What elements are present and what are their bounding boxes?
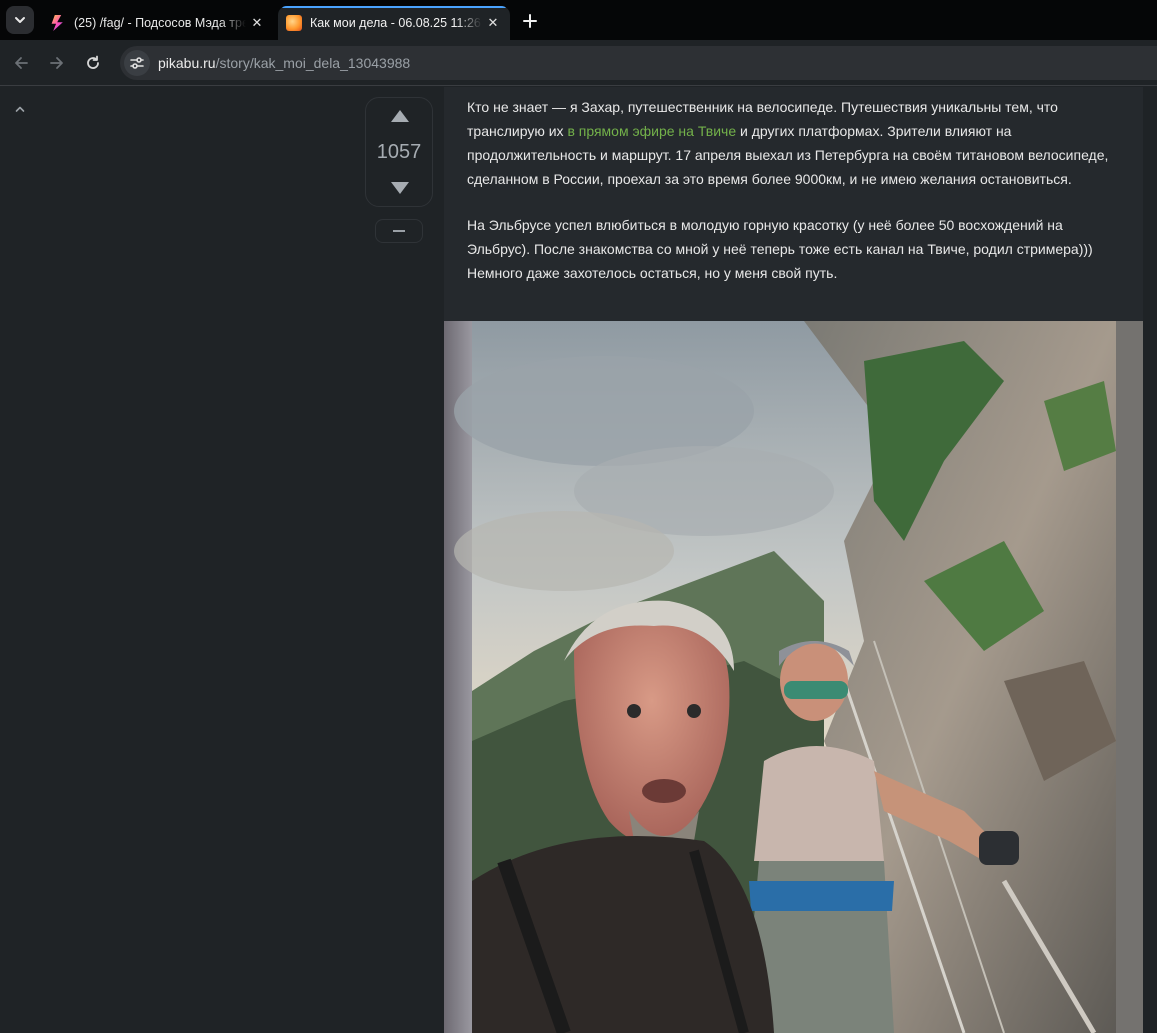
chevron-up-icon	[15, 106, 25, 112]
address-bar[interactable]: pikabu.ru/story/kak_moi_dela_13043988	[120, 46, 1157, 80]
story-text: Кто не знает — я Захар, путешественник н…	[467, 95, 1127, 307]
hide-post-button[interactable]	[375, 219, 423, 243]
rating-count: 1057	[376, 141, 422, 163]
story-paragraph: Кто не знает — я Захар, путешественник н…	[467, 95, 1127, 191]
url-path: /story/kak_moi_dela_13043988	[215, 55, 411, 71]
new-tab-button[interactable]	[517, 8, 543, 34]
story-photo[interactable]	[444, 321, 1143, 1033]
triangle-down-icon	[391, 182, 409, 194]
arrow-left-icon	[15, 57, 28, 69]
reload-icon	[87, 55, 99, 69]
arrow-right-icon	[50, 57, 63, 69]
tab-strip: (25) /fag/ - Подсосов Мэда тре ✕ Как мои…	[0, 0, 1157, 40]
tab-fag[interactable]: (25) /fag/ - Подсосов Мэда тре ✕	[42, 6, 274, 40]
tab-title: (25) /fag/ - Подсосов Мэда тре	[74, 16, 246, 30]
back-button[interactable]	[8, 50, 34, 76]
close-icon[interactable]: ✕	[482, 12, 504, 34]
site-favicon-icon	[51, 15, 63, 31]
twitch-link[interactable]: в прямом эфире на Твиче	[567, 123, 736, 139]
tab-title: Как мои дела - 06.08.25 11:26 |	[310, 16, 482, 30]
page-content: 1057 Кто не знает — я Захар, путешествен…	[0, 87, 1157, 1033]
plus-icon	[523, 14, 537, 28]
vote-up-button[interactable]	[390, 108, 410, 124]
url-host: pikabu.ru	[158, 55, 216, 71]
vote-down-button[interactable]	[390, 180, 410, 196]
story-paragraph: На Эльбрусе успел влюбиться в молодую го…	[467, 217, 1093, 281]
minus-icon	[393, 230, 405, 232]
rating-widget: 1057	[365, 97, 433, 207]
site-info-button[interactable]	[124, 50, 150, 76]
url-text: pikabu.ru/story/kak_moi_dela_13043988	[158, 55, 410, 71]
tab-search-button[interactable]	[6, 6, 34, 34]
reload-button[interactable]	[80, 50, 106, 76]
triangle-up-icon	[391, 110, 409, 122]
forward-button[interactable]	[44, 50, 70, 76]
tune-icon	[130, 57, 144, 69]
browser-toolbar: pikabu.ru/story/kak_moi_dela_13043988	[0, 40, 1157, 86]
tab-pikabu-story[interactable]: Как мои дела - 06.08.25 11:26 | ✕	[278, 6, 510, 40]
chevron-down-icon	[15, 17, 25, 23]
pikabu-favicon-icon	[286, 15, 302, 31]
selfie-photo-image	[444, 321, 1143, 1033]
collapse-button[interactable]	[12, 101, 28, 117]
close-icon[interactable]: ✕	[246, 12, 268, 34]
